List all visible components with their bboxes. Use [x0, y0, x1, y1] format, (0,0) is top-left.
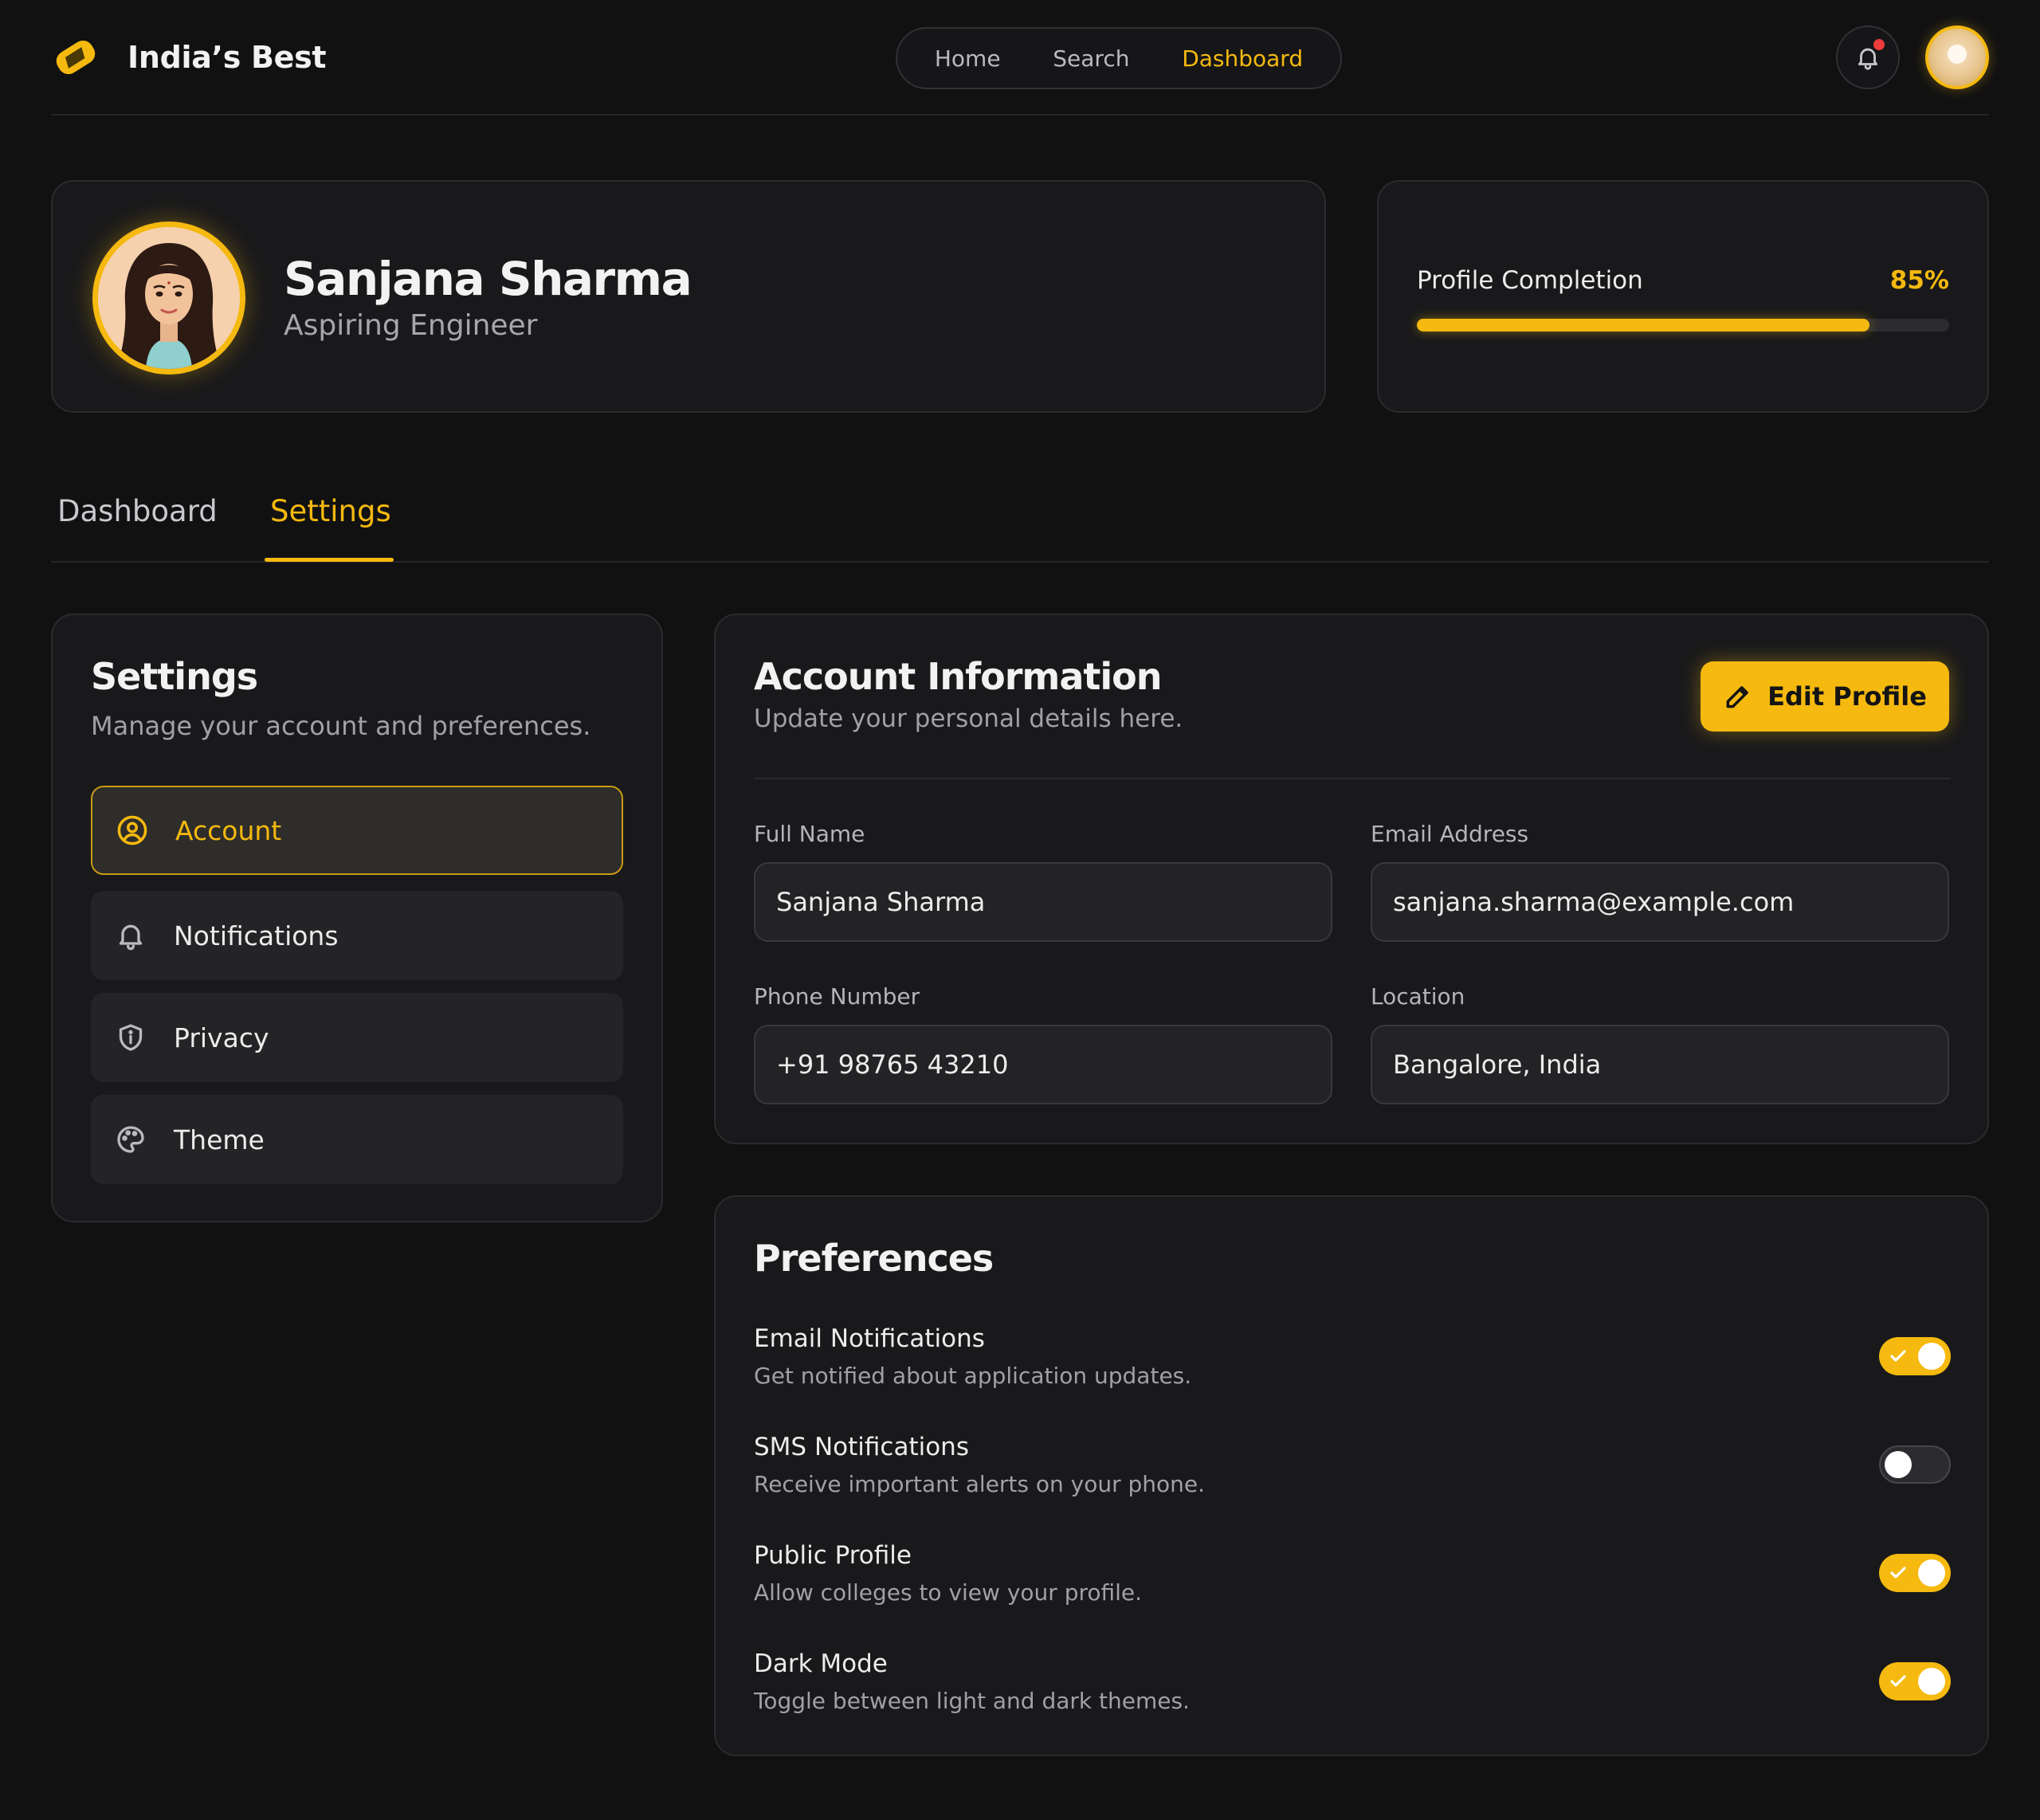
brand-name: India’s Best	[128, 40, 327, 75]
full-name-input[interactable]	[754, 862, 1332, 942]
page-tabs: Dashboard Settings	[51, 470, 1989, 563]
toggle-knob	[1918, 1343, 1945, 1370]
nav-link-home[interactable]: Home	[922, 39, 1014, 78]
pref-dark-mode-desc: Toggle between light and dark themes.	[754, 1688, 1190, 1714]
profile-portrait-image	[98, 227, 240, 369]
completion-progress-bar	[1417, 319, 1949, 331]
email-input[interactable]	[1371, 862, 1949, 942]
profile-name: Sanjana Sharma	[284, 252, 692, 306]
check-icon	[1890, 1567, 1906, 1579]
public-profile-toggle[interactable]	[1879, 1554, 1951, 1592]
toggle-knob	[1885, 1451, 1912, 1478]
settings-item-notifications[interactable]: Notifications	[91, 891, 623, 980]
active-tab-indicator	[265, 558, 394, 562]
brand-logo-icon	[56, 40, 96, 75]
profile-role: Aspiring Engineer	[284, 309, 538, 342]
check-icon	[1890, 1675, 1906, 1687]
full-name-label: Full Name	[754, 821, 865, 847]
nav-link-search[interactable]: Search	[1040, 39, 1142, 78]
settings-item-label: Theme	[174, 1124, 265, 1155]
settings-menu-card: Settings Manage your account and prefere…	[51, 614, 663, 1222]
settings-item-privacy[interactable]: Privacy	[91, 993, 623, 1082]
profile-completion-card: Profile Completion 85%	[1377, 180, 1989, 413]
settings-item-label: Account	[175, 814, 282, 846]
toggle-knob	[1918, 1559, 1945, 1587]
preferences-title: Preferences	[754, 1237, 994, 1280]
toggle-knob	[1918, 1668, 1945, 1695]
completion-progress-fill	[1417, 319, 1869, 331]
completion-label: Profile Completion	[1417, 266, 1643, 295]
account-title: Account Information	[754, 655, 1162, 698]
tab-dashboard[interactable]: Dashboard	[57, 494, 218, 528]
settings-subtitle: Manage your account and preferences.	[91, 711, 591, 741]
pref-dark-mode-title: Dark Mode	[754, 1649, 888, 1678]
pref-email-desc: Get notified about application updates.	[754, 1363, 1192, 1389]
nav-link-dashboard[interactable]: Dashboard	[1169, 39, 1316, 78]
palette-icon	[113, 1122, 148, 1157]
pref-public-profile-title: Public Profile	[754, 1541, 912, 1570]
settings-page: India’s Best Home Search Dashboard Sanja…	[0, 0, 2040, 1820]
location-input[interactable]	[1371, 1025, 1949, 1104]
settings-item-account[interactable]: Account	[91, 786, 623, 875]
pencil-icon	[1726, 686, 1748, 708]
pref-sms-desc: Receive important alerts on your phone.	[754, 1471, 1206, 1497]
settings-title: Settings	[91, 655, 258, 698]
account-subtitle: Update your personal details here.	[754, 704, 1183, 733]
bell-icon	[113, 918, 148, 953]
tab-settings[interactable]: Settings	[270, 494, 391, 528]
phone-input[interactable]	[754, 1025, 1332, 1104]
edit-profile-button[interactable]: Edit Profile	[1701, 661, 1949, 732]
settings-item-theme[interactable]: Theme	[91, 1095, 623, 1184]
completion-percent: 85%	[1889, 266, 1949, 295]
account-divider	[754, 778, 1951, 779]
top-navigation-bar: India’s Best Home Search Dashboard	[51, 0, 1989, 116]
settings-item-label: Notifications	[174, 920, 339, 951]
user-circle-icon	[115, 813, 150, 848]
shield-icon	[113, 1020, 148, 1055]
pref-email-title: Email Notifications	[754, 1324, 985, 1353]
email-notifications-toggle[interactable]	[1879, 1337, 1951, 1375]
email-label: Email Address	[1371, 821, 1529, 847]
notifications-button[interactable]	[1836, 25, 1900, 89]
profile-card: Sanjana Sharma Aspiring Engineer	[51, 180, 1326, 413]
pref-sms-title: SMS Notifications	[754, 1433, 969, 1461]
user-avatar-button[interactable]	[1925, 25, 1989, 89]
edit-profile-label: Edit Profile	[1767, 681, 1927, 712]
brand[interactable]: India’s Best	[51, 32, 327, 83]
profile-avatar	[92, 222, 245, 375]
pref-public-profile-desc: Allow colleges to view your profile.	[754, 1579, 1143, 1606]
check-icon	[1890, 1350, 1906, 1362]
location-label: Location	[1371, 983, 1465, 1010]
account-information-card: Account Information Update your personal…	[714, 614, 1989, 1144]
unread-indicator	[1873, 39, 1885, 50]
phone-label: Phone Number	[754, 983, 920, 1010]
dark-mode-toggle[interactable]	[1879, 1662, 1951, 1700]
main-nav: Home Search Dashboard	[896, 27, 1342, 89]
settings-item-label: Privacy	[174, 1022, 269, 1053]
preferences-card: Preferences Email Notifications Get noti…	[714, 1195, 1989, 1756]
sms-notifications-toggle[interactable]	[1879, 1445, 1951, 1484]
avatar-glint	[1948, 45, 1967, 64]
